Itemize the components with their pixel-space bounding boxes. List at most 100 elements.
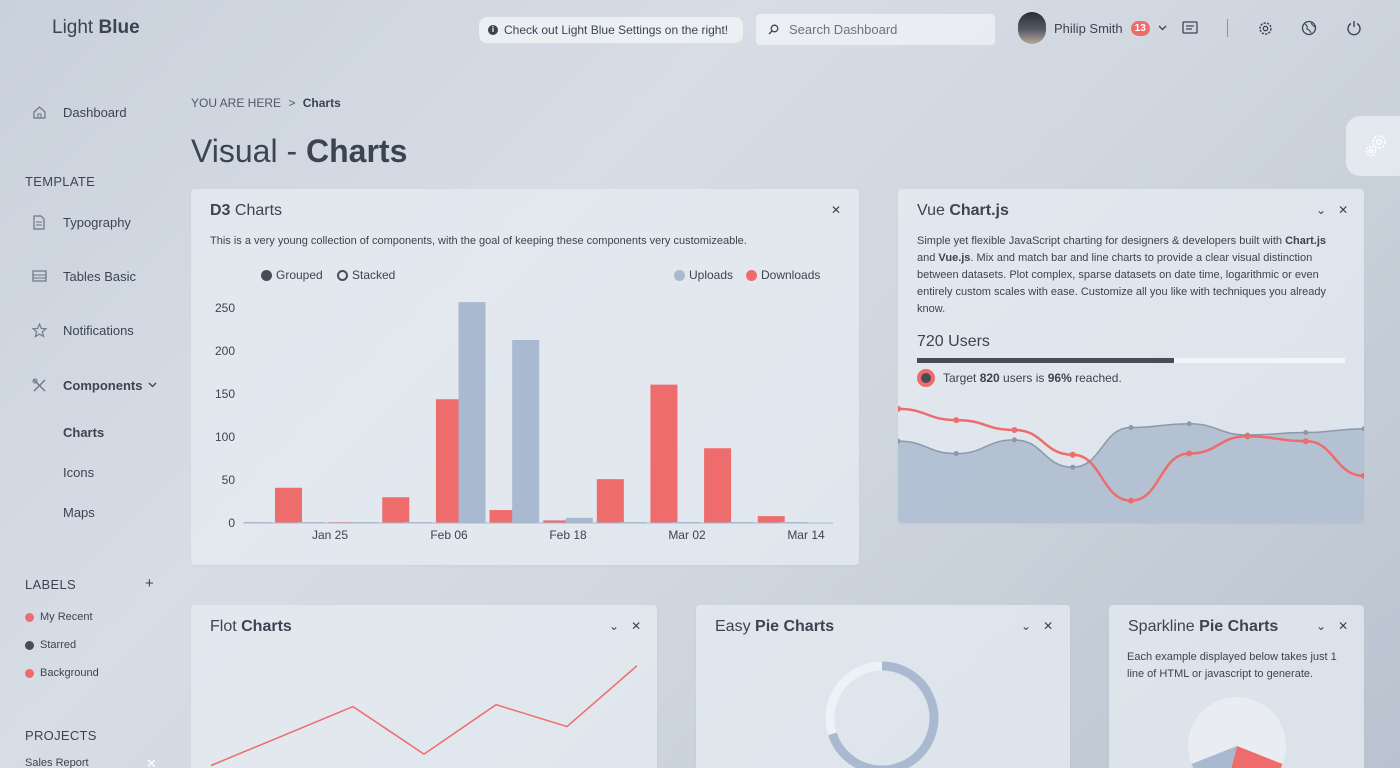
flot-series-line [210,665,638,767]
sidebar-subitem-maps[interactable]: Maps [63,505,95,520]
easy-pie-card: Easy Pie Charts ⌄ ✕ [696,605,1070,768]
upload-point [1303,429,1309,435]
download-point [1011,427,1018,433]
card-title-bold: Chart.js [949,202,1009,219]
close-icon[interactable]: ✕ [1338,619,1348,633]
breadcrumb: YOU ARE HERE > Charts [191,96,341,110]
sidebar-item-label: Tables Basic [63,268,136,284]
chevron-down-icon [148,382,157,388]
sidebar-item-tables[interactable]: Tables Basic [31,268,136,284]
download-bar [757,516,785,523]
vue-line-chart [898,405,1364,523]
card-title-light: Sparkline [1128,618,1200,635]
sidebar-item-label: Components [63,377,143,393]
sparkline-pie-chart [1188,697,1286,768]
breadcrumb-separator: > [288,96,296,110]
settings-notice[interactable]: i Check out Light Blue Settings on the r… [479,17,743,43]
close-icon[interactable]: ✕ [146,756,157,768]
label-dot [25,640,34,650]
download-point [1186,450,1193,457]
x-tick-label: Mar 14 [787,528,825,542]
desc-text: and [917,252,939,264]
sparkline-pie-card: Sparkline Pie Charts ⌄ ✕ Each example di… [1109,605,1364,768]
x-tick-label: Mar 02 [668,528,706,542]
users-progress-track [917,358,1345,363]
flot-charts-card: Flot Charts ⌄ ✕ [191,605,657,768]
label-text: Starred [40,639,77,651]
card-title-light: Easy [715,618,756,635]
gear-icon[interactable] [1256,19,1274,37]
y-tick-label: 50 [222,473,236,487]
card-controls: ⌄ ✕ [1021,619,1053,633]
easy-pie-chart [825,661,939,768]
globe-icon[interactable] [1300,19,1318,37]
card-title-light: Vue [917,202,950,219]
user-name: Philip Smith [1054,20,1123,36]
chevron-down-icon[interactable]: ⌄ [1021,619,1031,633]
home-icon [31,104,47,120]
upload-point [953,451,959,457]
search-input[interactable] [789,22,979,37]
card-title: Easy Pie Charts [715,618,834,636]
target-dot-icon [917,369,935,387]
add-label-icon[interactable]: + [145,575,154,592]
chevron-down-icon [1158,25,1167,31]
user-menu[interactable]: Philip Smith 13 [1018,12,1167,44]
card-title: Flot Charts [210,618,292,636]
download-point [1128,497,1134,504]
desc-bold: Vue.js [938,252,971,264]
sidebar-subitem-icons[interactable]: Icons [63,465,94,480]
close-icon[interactable]: ✕ [631,619,641,633]
y-tick-label: 250 [215,301,235,315]
settings-panel-toggle[interactable] [1346,116,1400,176]
label-item[interactable]: My Recent [25,611,93,623]
desc-bold: Chart.js [1285,235,1327,247]
search-icon [768,24,779,35]
card-title: Sparkline Pie Charts [1128,618,1278,636]
label-dot [25,668,34,678]
label-item[interactable]: Background [25,667,99,679]
users-count: 720 Users [917,333,990,350]
chevron-down-icon[interactable]: ⌄ [1316,203,1326,217]
table-icon [31,268,47,284]
search-box[interactable] [756,14,995,45]
flot-line-chart [210,665,638,767]
notice-text: Check out Light Blue Settings on the rig… [504,23,729,37]
sidebar-item-dashboard[interactable]: Dashboard [31,104,127,120]
upload-bar [458,302,486,523]
chevron-down-icon[interactable]: ⌄ [609,619,619,633]
sidebar-subitem-charts[interactable]: Charts [63,425,104,440]
y-tick-label: 200 [215,344,235,358]
close-icon[interactable]: ✕ [1043,619,1053,633]
project-item[interactable]: Sales Report [25,757,89,768]
tools-icon [31,377,47,393]
download-bar [275,487,302,523]
card-controls: ⌄ ✕ [609,619,641,633]
card-title-bold: Pie Charts [1199,618,1279,635]
info-icon: i [488,25,498,35]
upload-bar [512,339,540,523]
card-title-light: Flot [210,618,242,635]
sidebar-item-typography[interactable]: Typography [31,214,131,230]
vue-chartjs-card: Vue Chart.js ⌄ ✕ Simple yet flexible Jav… [898,189,1364,523]
page-title: Visual - Charts [191,133,407,170]
chevron-down-icon[interactable]: ⌄ [1316,619,1326,633]
label-text: Background [40,667,99,679]
project-name: Sales Report [25,757,89,768]
x-tick-label: Feb 06 [430,528,468,542]
sidebar-item-notifications[interactable]: Notifications [31,322,134,338]
sidebar-item-components[interactable]: Components [31,377,157,393]
power-icon[interactable] [1345,19,1363,37]
card-description: Simple yet flexible JavaScript charting … [917,233,1347,318]
messages-icon[interactable] [1181,19,1199,37]
download-point [1069,451,1076,458]
upload-point [1186,421,1192,427]
desc-text: . Mix and match bar and line charts to p… [917,252,1327,315]
label-item[interactable]: Starred [25,639,76,651]
y-tick-label: 150 [215,387,235,401]
y-tick-label: 100 [215,430,235,444]
target-text: Target 820 users is 96% reached. [943,371,1122,385]
label-text: My Recent [40,611,93,623]
sidebar-item-label: Dashboard [63,104,127,120]
close-icon[interactable]: ✕ [1338,203,1348,217]
